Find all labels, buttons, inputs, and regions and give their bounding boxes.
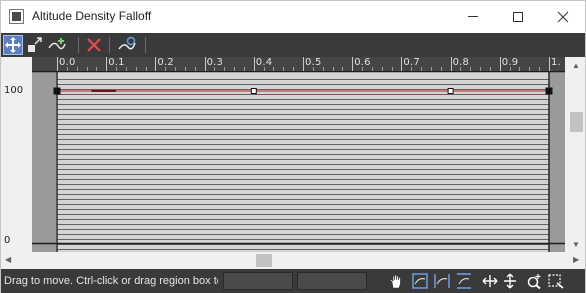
zoom-tool[interactable] [525, 272, 543, 290]
insert-point-tool[interactable] [47, 35, 67, 55]
ruler-major-tick [155, 57, 157, 71]
maximize-icon [512, 11, 523, 22]
curve-editor-window: Altitude Density Falloff 0.0 0.1 0.2 0.3… [0, 0, 586, 293]
ruler-corner [1, 57, 32, 71]
ruler-label: 0.7 [403, 57, 420, 68]
ruler-major-tick [57, 57, 58, 71]
ruler-label: 0.9 [501, 57, 519, 68]
scroll-left-icon[interactable]: ◀ [5, 255, 11, 264]
scroll-right-icon[interactable]: ▶ [573, 255, 579, 264]
ruler-label: 0.4 [255, 57, 273, 68]
ruler-label: 0.2 [157, 57, 174, 68]
insert-point-icon [48, 38, 66, 50]
value-min-label: 0 [4, 235, 11, 246]
zoom-horizontal-icon [434, 274, 450, 288]
move-keys-tool[interactable] [3, 35, 23, 55]
zoom-region-tool[interactable] [547, 272, 565, 290]
ruler-label: 0.1 [108, 57, 125, 68]
reset-curve-tool[interactable] [117, 35, 137, 55]
zoom-magnifier-icon [527, 274, 541, 289]
ruler-major-tick [303, 57, 304, 71]
zoom-region-icon [548, 274, 564, 289]
time-value-field[interactable] [223, 272, 293, 290]
scroll-up-icon[interactable]: ▲ [572, 61, 580, 70]
delete-x-icon [87, 38, 101, 52]
curve-control-point[interactable] [447, 88, 454, 94]
horizontal-arrows-icon [482, 275, 498, 287]
curve-graph[interactable] [32, 71, 565, 252]
ruler-major-tick [106, 57, 108, 71]
curve-svg [32, 71, 565, 252]
value-max-label: 100 [4, 85, 24, 96]
minimize-icon [467, 16, 478, 17]
ruler-label: 0.5 [305, 57, 322, 68]
reset-curve-icon [118, 36, 136, 50]
zoom-extents-tool[interactable] [411, 272, 429, 290]
value-axis: 100 0 [1, 71, 32, 252]
ruler-major-tick [253, 57, 255, 71]
horizontal-scrollbar[interactable]: ◀ ▶ [1, 252, 585, 269]
window-title: Altitude Density Falloff [32, 9, 152, 23]
value-field[interactable] [297, 272, 367, 290]
toolbar-separator [78, 37, 79, 53]
delete-points-tool[interactable] [84, 35, 104, 55]
ruler-major-tick [401, 57, 403, 71]
vertical-arrows-icon [504, 273, 516, 289]
ruler-label: 0.3 [206, 57, 224, 68]
ruler-major-tick [549, 57, 550, 71]
zoom-value-extents-tool[interactable] [455, 272, 473, 290]
curve-toolbar [1, 33, 585, 57]
curve-control-point[interactable] [250, 88, 257, 94]
horizontal-scroll-thumb[interactable] [256, 254, 272, 267]
ruler-label: 0.6 [354, 57, 371, 68]
scale-keys-tool[interactable] [25, 35, 45, 55]
pan-hand-icon [389, 274, 401, 289]
close-icon [557, 11, 568, 22]
status-hint: Drag to move. Ctrl-click or drag region … [4, 275, 218, 287]
time-ruler[interactable]: 0.0 0.1 0.2 0.3 0.4 0.5 0.6 0.7 0.8 0.9 1. [32, 57, 565, 71]
ruler-major-tick [204, 57, 206, 71]
curve-control-point[interactable] [53, 87, 61, 95]
close-button[interactable] [540, 1, 585, 32]
minimize-button[interactable] [450, 1, 495, 32]
curve-editor-icon [9, 9, 24, 24]
status-bar: Drag to move. Ctrl-click or drag region … [1, 269, 585, 293]
maximize-button[interactable] [495, 1, 540, 32]
ruler-major-tick [450, 57, 452, 71]
zoom-horizontal-extents-tool[interactable] [433, 272, 451, 290]
vertical-scrollbar[interactable]: ▲ ▼ [568, 57, 585, 252]
ruler-major-tick [499, 57, 501, 71]
zoom-horizontal-tool[interactable] [481, 272, 499, 290]
toolbar-separator [145, 37, 146, 53]
toolbar-separator [109, 37, 110, 53]
zoom-extents-icon [412, 273, 428, 289]
ruler-label: 0.8 [452, 57, 470, 68]
ruler-major-tick [352, 57, 354, 71]
ruler-label: 0.0 [59, 57, 76, 68]
scale-keys-icon [28, 37, 42, 52]
zoom-vertical-tool[interactable] [501, 272, 519, 290]
title-bar: Altitude Density Falloff [1, 1, 585, 33]
curve-control-point[interactable] [545, 87, 553, 95]
vertical-scroll-thumb[interactable] [570, 112, 583, 132]
move-arrows-icon [5, 37, 21, 53]
ruler-label: 1. [551, 57, 561, 68]
scroll-down-icon[interactable]: ▼ [572, 240, 580, 249]
zoom-value-icon [457, 273, 471, 289]
pan-tool[interactable] [387, 272, 405, 290]
